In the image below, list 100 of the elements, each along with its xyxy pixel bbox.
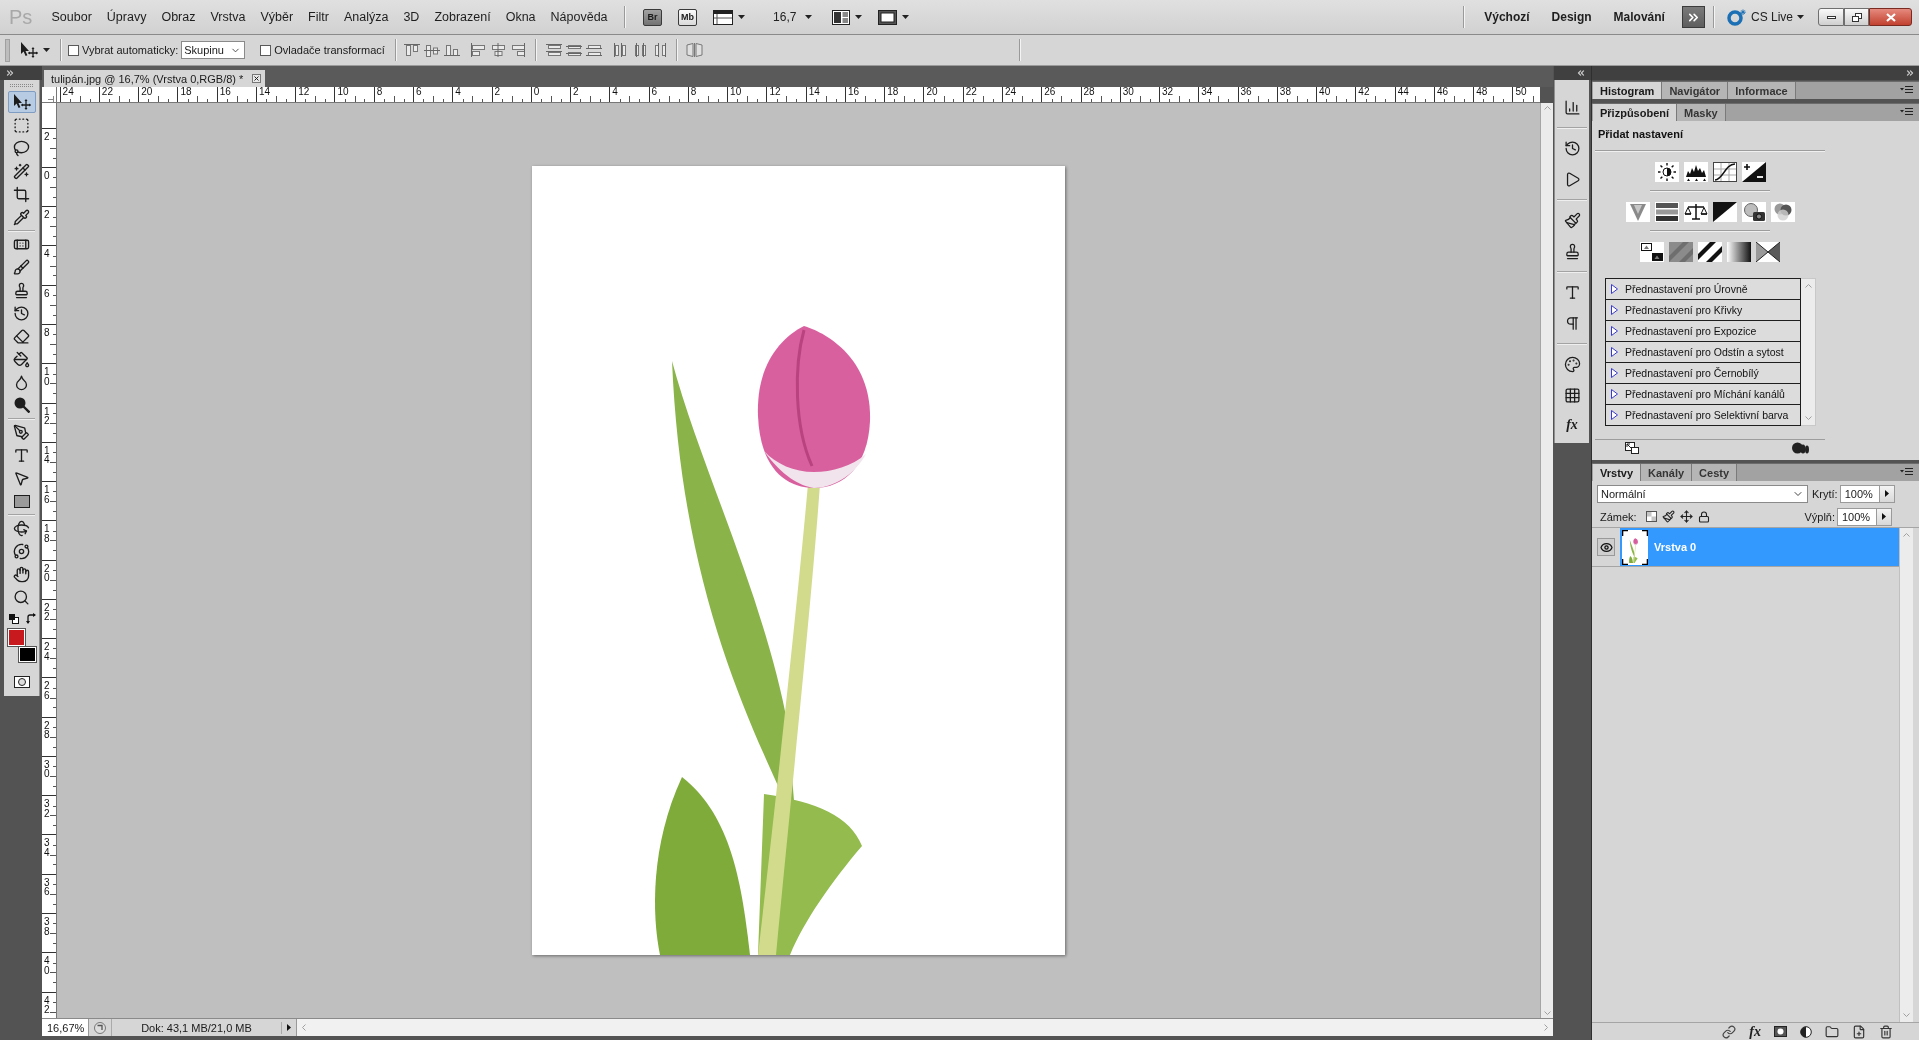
zoom-field[interactable]: 16,67% [42,1019,89,1036]
align-right-icon[interactable] [509,43,526,57]
panel-tab[interactable]: Navigátor [1662,82,1729,99]
launch-button[interactable]: Mb [678,8,698,26]
panel-tab[interactable]: Cesty [1692,464,1738,481]
menu-item[interactable]: Soubor [44,7,99,27]
sun-icon[interactable] [1654,162,1679,182]
ruler-origin[interactable] [42,87,57,103]
styles-button[interactable]: fx [1566,418,1578,432]
bar-chart-icon[interactable] [1563,99,1581,116]
menu-item[interactable]: Výběr [253,7,301,27]
curve-icon[interactable] [1712,162,1737,182]
circles-icon[interactable] [1792,442,1809,454]
background-color-swatch[interactable] [19,647,36,662]
fill-slider-button[interactable] [1877,507,1892,526]
distribute-bottom-icon[interactable] [585,43,602,57]
grid-icon[interactable] [1563,387,1581,404]
menu-item[interactable]: Obraz [154,7,203,27]
view-extras-button[interactable] [713,9,746,25]
expand-icon[interactable] [5,68,15,78]
distribute-middle-icon[interactable] [565,43,582,57]
screen-mode-button[interactable] [878,9,910,25]
tool-preset-picker[interactable] [20,42,50,58]
overlapping-squares-icon[interactable] [9,614,19,624]
restore-button[interactable] [1844,8,1869,26]
scales-icon[interactable] [1683,202,1708,222]
panel-tab[interactable]: Přizpůsobení [1593,104,1678,121]
foreground-color-swatch[interactable] [8,629,25,646]
menu-item[interactable]: 3D [396,7,427,27]
move-icon[interactable] [1679,510,1693,523]
menu-item[interactable]: Zobrazení [427,7,498,27]
camera-icon[interactable] [1741,202,1766,222]
brush-icon[interactable] [1563,212,1581,229]
menu-item[interactable]: Vrstva [203,7,253,27]
tool-button[interactable] [7,91,36,113]
collapse-icon[interactable] [1576,68,1586,78]
cross-icon[interactable] [1756,242,1780,262]
new-page-icon[interactable] [1852,1024,1866,1039]
bars-icon[interactable] [1654,202,1679,222]
workspace-button[interactable]: Design [1540,7,1603,27]
diagonal-icon[interactable] [1712,202,1737,222]
workspace-button[interactable]: Výchozí [1473,7,1541,27]
more-workspaces-button[interactable] [1681,6,1705,28]
close-button[interactable] [1869,8,1912,26]
align-middle-icon[interactable] [423,43,440,57]
menu-item[interactable]: Analýza [336,7,396,27]
circles-icon[interactable] [1770,202,1795,222]
panel-tab[interactable]: Vrstvy [1593,464,1642,481]
folder-icon[interactable] [1825,1024,1839,1039]
histogram-icon[interactable] [1683,162,1708,182]
lock-icon[interactable] [1697,510,1710,523]
workspace-button[interactable]: Malování [1602,7,1676,27]
document-tab[interactable]: tulipán.jpg @ 16,7% (Vrstva 0,RGB/8) * [44,70,266,87]
half-circle-icon[interactable] [1800,1025,1812,1038]
layer-mask-icon[interactable] [1774,1026,1787,1037]
align-left-icon[interactable] [469,43,486,57]
visibility-button[interactable] [1597,538,1615,556]
brush-icon[interactable] [1661,510,1675,523]
cs-live-button[interactable]: CS Live [1726,8,1804,26]
arrange-documents-button[interactable] [832,9,863,25]
menu-item[interactable]: Filtr [301,7,336,27]
menu-item[interactable]: Úpravy [99,7,154,27]
panel-tab[interactable]: Masky [1677,104,1726,121]
fill-field[interactable]: 100% [1837,507,1877,526]
menu-item[interactable]: Okna [498,7,543,27]
arrow-box-icon[interactable] [1625,442,1639,454]
link-icon[interactable] [1722,1024,1737,1039]
history-icon[interactable] [1563,140,1581,157]
auto-select-dropdown[interactable]: Skupinu [181,41,246,59]
checkbox[interactable] [260,44,272,56]
align-center-icon[interactable] [489,43,506,57]
distribute-left-icon[interactable] [611,43,628,57]
gradient-icon[interactable] [1727,242,1751,262]
stamp-icon[interactable] [1563,243,1581,260]
palette-icon[interactable] [1563,356,1581,373]
blend-mode-dropdown[interactable]: Normální [1597,484,1808,503]
plus-minus-icon[interactable] [1741,162,1766,182]
checkbox[interactable] [68,44,79,56]
type-icon[interactable] [1563,284,1581,301]
panel-tab[interactable]: Informace [1728,82,1796,99]
panel-menu-icon[interactable] [1900,86,1913,94]
round-arrow-icon[interactable] [94,1021,106,1034]
launch-button[interactable]: Br [643,8,663,26]
panel-tab[interactable]: Kanály [1641,464,1693,481]
distribute-top-icon[interactable] [545,43,562,57]
align-top-icon[interactable] [403,43,420,57]
auto-align-icon[interactable] [685,43,703,57]
swap-arrows-icon[interactable] [26,613,36,624]
align-bottom-icon[interactable] [443,43,460,57]
panel-menu-icon[interactable] [1900,468,1913,476]
zoom-level-dropdown[interactable]: 16,7 [773,10,813,24]
panel-tab[interactable]: Histogram [1593,82,1663,99]
menu-item[interactable]: Nápověda [543,7,615,27]
checkerboard-icon[interactable] [1645,511,1657,522]
effects-button[interactable]: fx [1749,1024,1761,1039]
trash-icon[interactable] [1879,1024,1893,1039]
collapse-icon[interactable] [1905,68,1915,78]
drag-handle[interactable] [5,38,10,62]
panel-menu-icon[interactable] [1900,108,1913,116]
diagonal-stripes-icon[interactable] [1698,242,1722,262]
